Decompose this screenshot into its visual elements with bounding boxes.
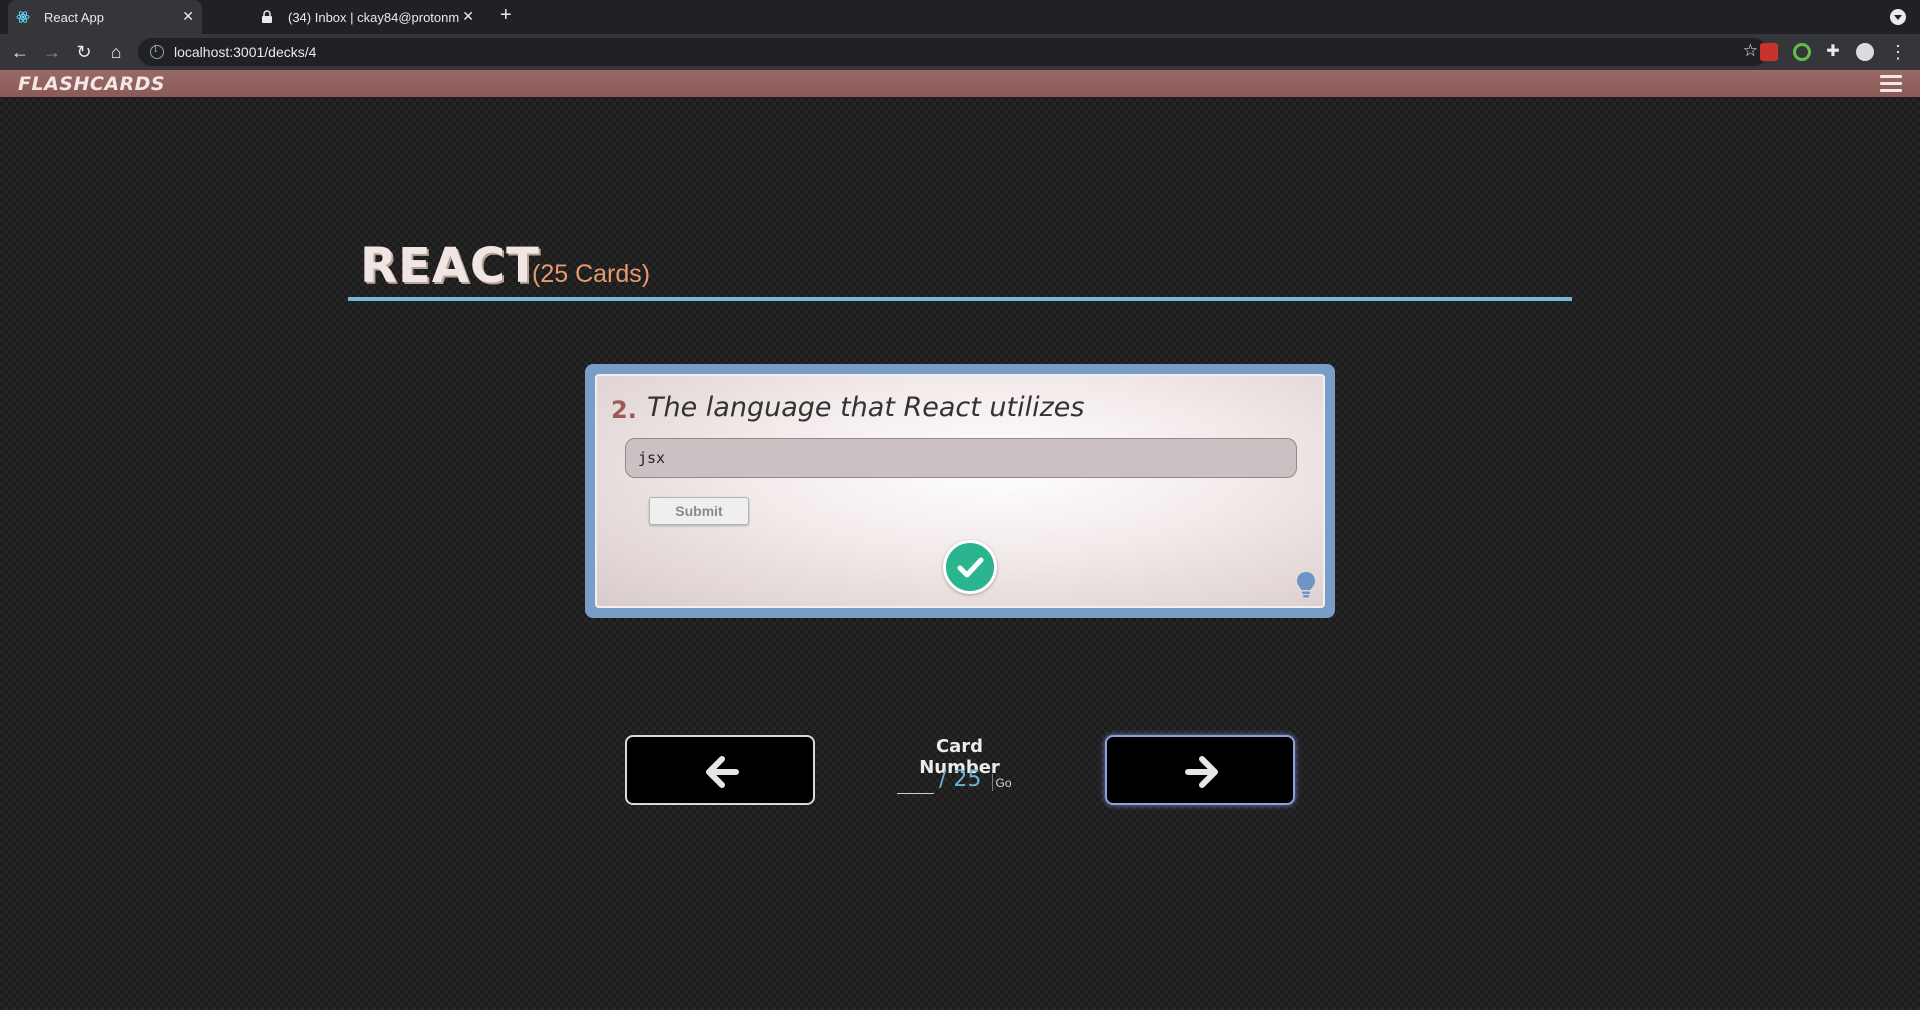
extension-red-icon[interactable]	[1760, 43, 1778, 61]
extensions-puzzle-icon[interactable]: ✚	[1821, 40, 1845, 64]
flashcard-face: 2. The language that React utilizes jsx …	[595, 374, 1325, 608]
brand-logo[interactable]: FLASHCARDS	[18, 73, 165, 95]
forward-arrow-icon[interactable]: →	[40, 40, 64, 64]
browser-toolbar: ← → ↻ ⌂ localhost:3001/decks/4 ☆ ✚ ⋮	[0, 34, 1920, 70]
tab-title: React App	[44, 9, 104, 25]
answer-input[interactable]: jsx	[625, 438, 1297, 478]
browser-menu-icon[interactable]: ⋮	[1886, 40, 1910, 64]
app-viewport: FLASHCARDS REACT (25 Cards) 2. The langu…	[0, 70, 1920, 1010]
submit-button[interactable]: Submit	[649, 497, 749, 525]
correct-checkmark-icon	[943, 540, 997, 594]
deck-title: REACT	[360, 238, 540, 294]
site-info-icon[interactable]	[150, 44, 164, 59]
bookmark-star-icon[interactable]: ☆	[1743, 41, 1758, 61]
tab-search-icon[interactable]	[1890, 9, 1906, 25]
extension-green-ring-icon[interactable]	[1793, 43, 1811, 61]
close-tab-icon[interactable]: ✕	[182, 8, 194, 25]
card-total: / 25	[939, 767, 982, 792]
hamburger-menu-icon[interactable]	[1880, 75, 1902, 93]
arrow-right-icon	[1185, 756, 1218, 788]
deck-card-count: (25 Cards)	[532, 260, 651, 288]
url-text: localhost:3001/decks/4	[174, 44, 317, 60]
profile-avatar-icon[interactable]	[1856, 43, 1874, 61]
next-card-button[interactable]	[1105, 735, 1295, 805]
title-divider	[348, 297, 1572, 301]
go-button[interactable]: Go	[992, 774, 1014, 791]
tab-title: (34) Inbox | ckay84@protonm	[288, 9, 460, 25]
app-header: FLASHCARDS	[0, 70, 1920, 97]
flashcard: 2. The language that React utilizes jsx …	[585, 364, 1335, 618]
react-logo-icon	[16, 11, 30, 23]
home-icon[interactable]: ⌂	[104, 40, 128, 64]
mail-lock-icon	[262, 10, 272, 23]
browser-tab-react-app[interactable]: React App ✕	[8, 0, 202, 34]
card-number-input[interactable]	[897, 768, 934, 794]
close-tab-icon[interactable]: ✕	[462, 8, 474, 25]
address-bar[interactable]: localhost:3001/decks/4 ☆	[138, 38, 1768, 66]
hint-lightbulb-icon[interactable]	[1295, 570, 1317, 600]
browser-tab-strip: React App ✕ (34) Inbox | ckay84@protonm …	[0, 0, 1920, 34]
browser-tab-inbox[interactable]: (34) Inbox | ckay84@protonm ✕	[252, 0, 482, 34]
question-number: 2.	[611, 396, 637, 424]
question-text: The language that React utilizes	[647, 392, 1085, 423]
new-tab-icon[interactable]: +	[500, 4, 512, 27]
back-arrow-icon[interactable]: ←	[8, 40, 32, 64]
reload-icon[interactable]: ↻	[72, 40, 96, 64]
arrow-left-icon	[706, 756, 739, 788]
previous-card-button[interactable]	[625, 735, 815, 805]
